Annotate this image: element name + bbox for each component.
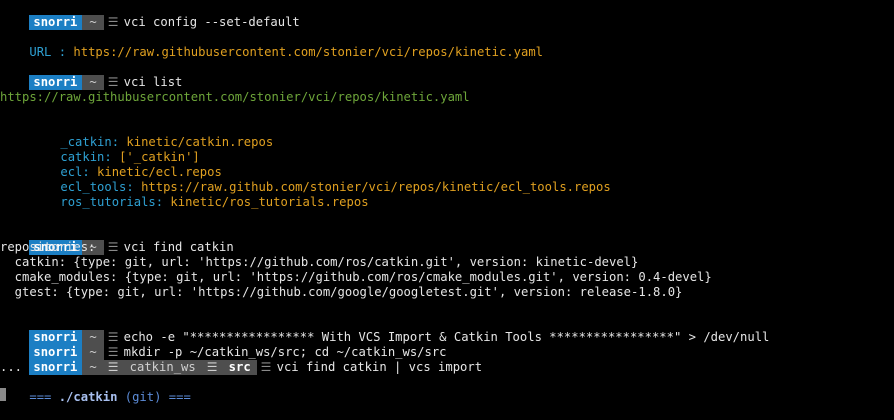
powerline-separator-icon: ☰ bbox=[103, 360, 126, 375]
list-entry-line: ecl_tools: https://raw.github.com/stonie… bbox=[31, 165, 610, 194]
header-vcs-type: (git) bbox=[117, 390, 162, 404]
powerline-separator-icon: ☰ bbox=[202, 360, 225, 375]
prompt-dir-segment: ~ bbox=[82, 15, 104, 30]
header-suffix: === bbox=[161, 390, 191, 404]
list-entry-line: _catkin: kinetic/catkin.repos bbox=[31, 120, 273, 149]
command-text: vci find catkin bbox=[123, 240, 234, 254]
prompt-path-catkin-ws: catkin_ws bbox=[125, 360, 203, 375]
list-entry-line: catkin: ['_catkin'] bbox=[31, 135, 199, 164]
find-output-line: cmake_modules: {type: git, url: 'https:/… bbox=[0, 270, 712, 284]
list-entry-line: ecl: kinetic/ecl.repos bbox=[31, 150, 221, 179]
prompt-user-segment: snorri bbox=[29, 360, 83, 375]
find-output-line: catkin: {type: git, url: 'https://github… bbox=[0, 255, 639, 269]
terminal-window[interactable]: snorri ~ ☰ vci config --set-default URL : h… bbox=[0, 0, 894, 404]
output-url-line: URL : https://raw.githubusercontent.com/… bbox=[0, 30, 543, 59]
url-label: URL : bbox=[29, 45, 74, 59]
list-entry-key: ros_tutorials: bbox=[60, 195, 171, 209]
powerline-separator-icon: ☰ bbox=[107, 240, 119, 254]
url-value: https://raw.githubusercontent.com/stonie… bbox=[73, 45, 543, 59]
import-header-line: === ./catkin (git) === bbox=[0, 375, 190, 404]
command-text: vci find catkin | vcs import bbox=[276, 360, 483, 374]
powerline-separator-icon: ☰ bbox=[260, 360, 272, 374]
list-url-line: https://raw.githubusercontent.com/stonie… bbox=[0, 90, 470, 104]
prompt-line-5: snorri ~ ☰ mkdir -p ~/catkin_ws/src; cd ~/c… bbox=[0, 330, 447, 360]
prompt-line-2: snorri ~ ☰ vci list bbox=[0, 60, 182, 90]
import-progress-dots: ... bbox=[0, 360, 23, 374]
prompt-dir-segment: ~ bbox=[82, 360, 104, 375]
command-text: vci list bbox=[123, 75, 183, 89]
list-entry-value: kinetic/ros_tutorials.repos bbox=[170, 195, 369, 209]
list-entry-line: ros_tutorials: kinetic/ros_tutorials.rep… bbox=[31, 180, 368, 209]
prompt-user-segment: snorri bbox=[29, 15, 83, 30]
block-cursor-icon bbox=[0, 388, 6, 401]
prompt-line-4: snorri ~ ☰ echo -e "***************** With … bbox=[0, 315, 769, 345]
prompt-path-src: src bbox=[224, 360, 257, 375]
prompt-user-segment: snorri bbox=[29, 75, 83, 90]
prompt-line-3: snorri ~ ☰ vci find catkin bbox=[0, 225, 234, 255]
header-prefix: === bbox=[29, 390, 59, 404]
find-output-line: gtest: {type: git, url: 'https://github.… bbox=[0, 285, 683, 299]
powerline-separator-icon: ☰ bbox=[107, 75, 119, 89]
powerline-separator-icon: ☰ bbox=[107, 15, 119, 29]
prompt-line-1: snorri ~ ☰ vci config --set-default bbox=[0, 0, 300, 30]
command-text: vci config --set-default bbox=[123, 15, 300, 29]
find-output-line: repositories: bbox=[0, 240, 96, 254]
prompt-line-6: snorri ~ ☰ catkin_ws ☰ src ☰ vci find catkin | … bbox=[0, 345, 482, 375]
prompt-dir-segment: ~ bbox=[82, 75, 104, 90]
header-repo-name: ./catkin bbox=[58, 390, 118, 404]
